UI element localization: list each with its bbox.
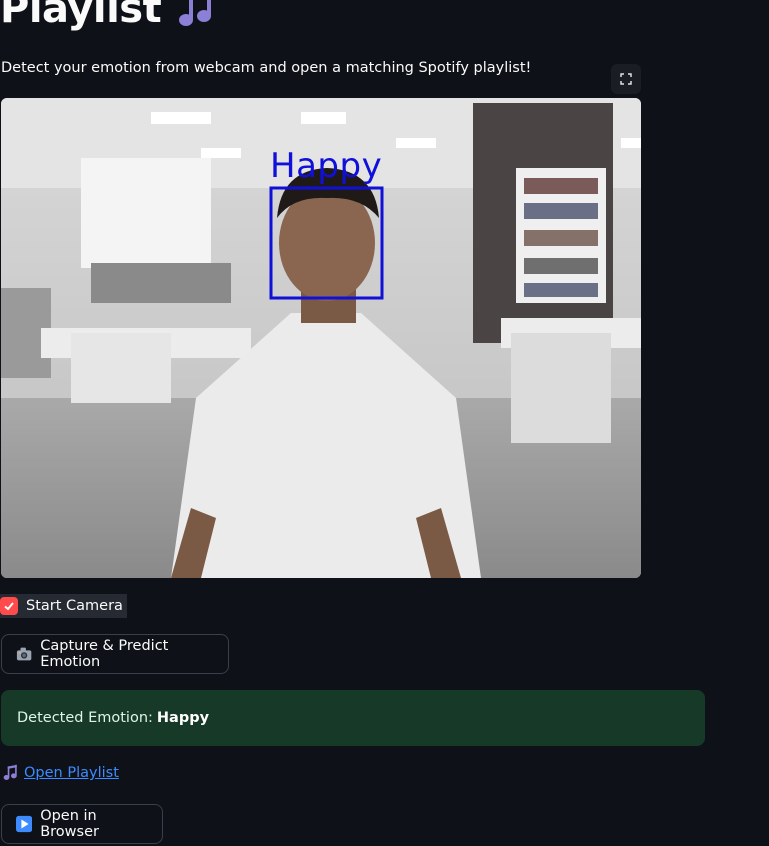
- open-playlist-row: Open Playlist: [2, 764, 119, 782]
- page-subtitle: Detect your emotion from webcam and open…: [1, 60, 532, 76]
- start-camera-label: Start Camera: [26, 598, 123, 614]
- detected-emotion-alert: Detected Emotion: Happy: [1, 690, 705, 746]
- page-title: Playlist: [0, 0, 219, 32]
- emotion-overlay-label: Happy: [270, 146, 383, 186]
- open-in-browser-button[interactable]: Open in Browser: [1, 804, 163, 844]
- capture-predict-button[interactable]: Capture & Predict Emotion: [1, 634, 229, 674]
- checkbox-checked-icon: [0, 597, 18, 615]
- play-icon: [16, 815, 33, 833]
- fullscreen-icon: [620, 73, 632, 85]
- music-notes-icon: [3, 764, 17, 780]
- capture-button-label: Capture & Predict Emotion: [40, 638, 169, 670]
- open-in-browser-label: Open in Browser: [40, 808, 99, 840]
- page-title-text: Playlist: [0, 0, 162, 32]
- start-camera-checkbox[interactable]: Start Camera: [0, 594, 127, 618]
- open-playlist-link[interactable]: Open Playlist: [24, 765, 119, 781]
- fullscreen-button[interactable]: [611, 64, 641, 94]
- music-notes-icon: [179, 0, 212, 26]
- detected-emotion-prefix: Detected Emotion:: [17, 710, 153, 726]
- camera-icon: [16, 647, 32, 661]
- detected-emotion-value: Happy: [156, 710, 210, 726]
